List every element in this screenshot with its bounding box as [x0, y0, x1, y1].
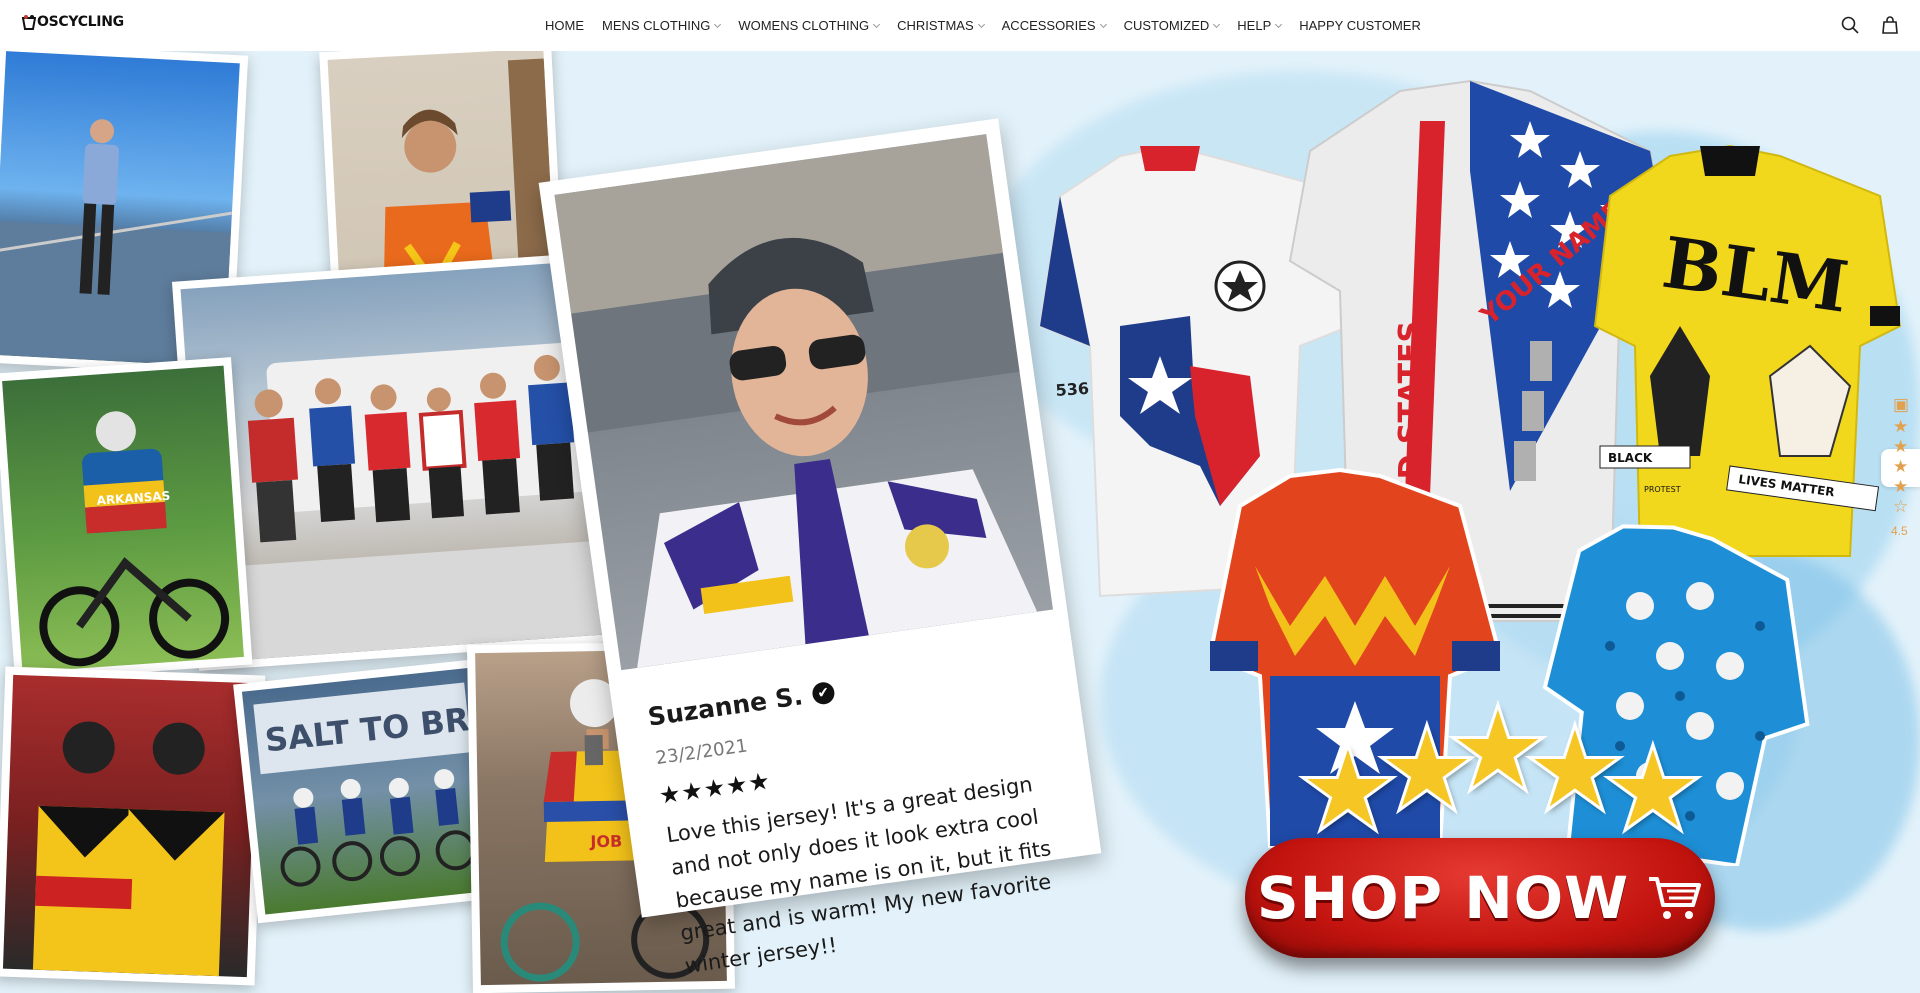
verified-check-icon: ✔	[810, 680, 836, 706]
nav-mens-clothing[interactable]: MENS CLOTHING	[602, 18, 722, 33]
blm-jersey-image[interactable]: BLM BLACK LIVES MATTER PROTEST	[1580, 126, 1905, 566]
rating-star-icon: ★	[1893, 437, 1909, 456]
shopping-cart-icon	[1649, 877, 1702, 919]
chevron-down-icon	[714, 20, 722, 28]
texas-jersey-number: 536	[1055, 379, 1090, 400]
chevron-down-icon	[1275, 20, 1283, 28]
blm-jersey-small-text: PROTEST	[1644, 485, 1681, 494]
nav-customized[interactable]: CUSTOMIZED	[1123, 18, 1221, 33]
team-banner-icon: SALT TO BRIN	[253, 682, 496, 887]
customer-photo: SALT TO BRIN	[233, 658, 505, 924]
rating-widget[interactable]: ▣ ★ ★ ★ ★ ☆ 4.5	[1881, 395, 1920, 538]
brand-name: OSCYCLING	[37, 14, 124, 30]
customer-photo	[0, 666, 266, 986]
shopping-bag-icon[interactable]	[1880, 15, 1900, 35]
two-riders-icon	[32, 721, 225, 977]
shop-now-button[interactable]: SHOP NOW	[1245, 838, 1715, 958]
main-nav: HOME MENS CLOTHING WOMENS CLOTHING CHRIS…	[545, 0, 1439, 51]
nav-christmas-label: CHRISTMAS	[897, 18, 974, 33]
customer-photo: ARKANSAS	[0, 357, 253, 681]
review-badge-icon: ▣	[1893, 395, 1910, 414]
review-photo	[554, 134, 1053, 671]
nav-accessories-label: ACCESSORIES	[1001, 18, 1096, 33]
rating-star-icon: ★	[1893, 417, 1909, 436]
blm-jersey-left-text: BLACK	[1608, 451, 1653, 465]
nav-christmas[interactable]: CHRISTMAS	[897, 18, 985, 33]
star-icon: ★	[1599, 724, 1708, 856]
nav-womens-clothing[interactable]: WOMENS CLOTHING	[738, 18, 881, 33]
site-header: OSCYCLING HOME MENS CLOTHING WOMENS CLOT…	[0, 0, 1920, 51]
nav-help-label: HELP	[1237, 18, 1272, 33]
rating-half-star-icon: ☆	[1893, 497, 1909, 516]
logo-mark-icon	[21, 14, 37, 30]
review-date: 23/2/2021	[654, 735, 749, 770]
reviewer-selfie-icon	[554, 134, 1038, 668]
chevron-down-icon	[1213, 20, 1221, 28]
nav-customized-label: CUSTOMIZED	[1123, 18, 1210, 33]
nav-mens-clothing-label: MENS CLOTHING	[602, 18, 711, 33]
rating-star-icon: ★	[1893, 477, 1909, 496]
review-stars: ★★★★★	[657, 767, 773, 810]
nav-home[interactable]: HOME	[545, 18, 584, 33]
rating-value: 4.5	[1891, 524, 1908, 538]
nav-accessories[interactable]: ACCESSORIES	[1001, 18, 1107, 33]
reviewer-name: Suzanne S.	[646, 681, 805, 732]
rating-star-icon: ★	[1893, 457, 1909, 476]
chevron-down-icon	[1099, 20, 1107, 28]
search-icon[interactable]	[1840, 15, 1860, 35]
nav-home-label: HOME	[545, 18, 584, 33]
rider-on-bike-icon: ARKANSAS	[39, 411, 230, 667]
reviewer-name-row: Suzanne S. ✔	[646, 677, 836, 732]
chevron-down-icon	[873, 20, 881, 28]
nav-happy-customer-label: HAPPY CUSTOMER	[1299, 18, 1421, 33]
brand-logo[interactable]: OSCYCLING	[21, 14, 124, 30]
shop-now-label: SHOP NOW	[1256, 864, 1630, 932]
nav-happy-customer[interactable]: HAPPY CUSTOMER	[1299, 18, 1421, 33]
hero-banner[interactable]: ARKANSAS SALT TO BRIN JOB Suzanne S. ✔ 2…	[0, 51, 1920, 993]
jersey-word-text: JOB	[589, 832, 622, 852]
nav-womens-clothing-label: WOMENS CLOTHING	[738, 18, 870, 33]
chevron-down-icon	[977, 20, 985, 28]
nav-help[interactable]: HELP	[1237, 18, 1283, 33]
